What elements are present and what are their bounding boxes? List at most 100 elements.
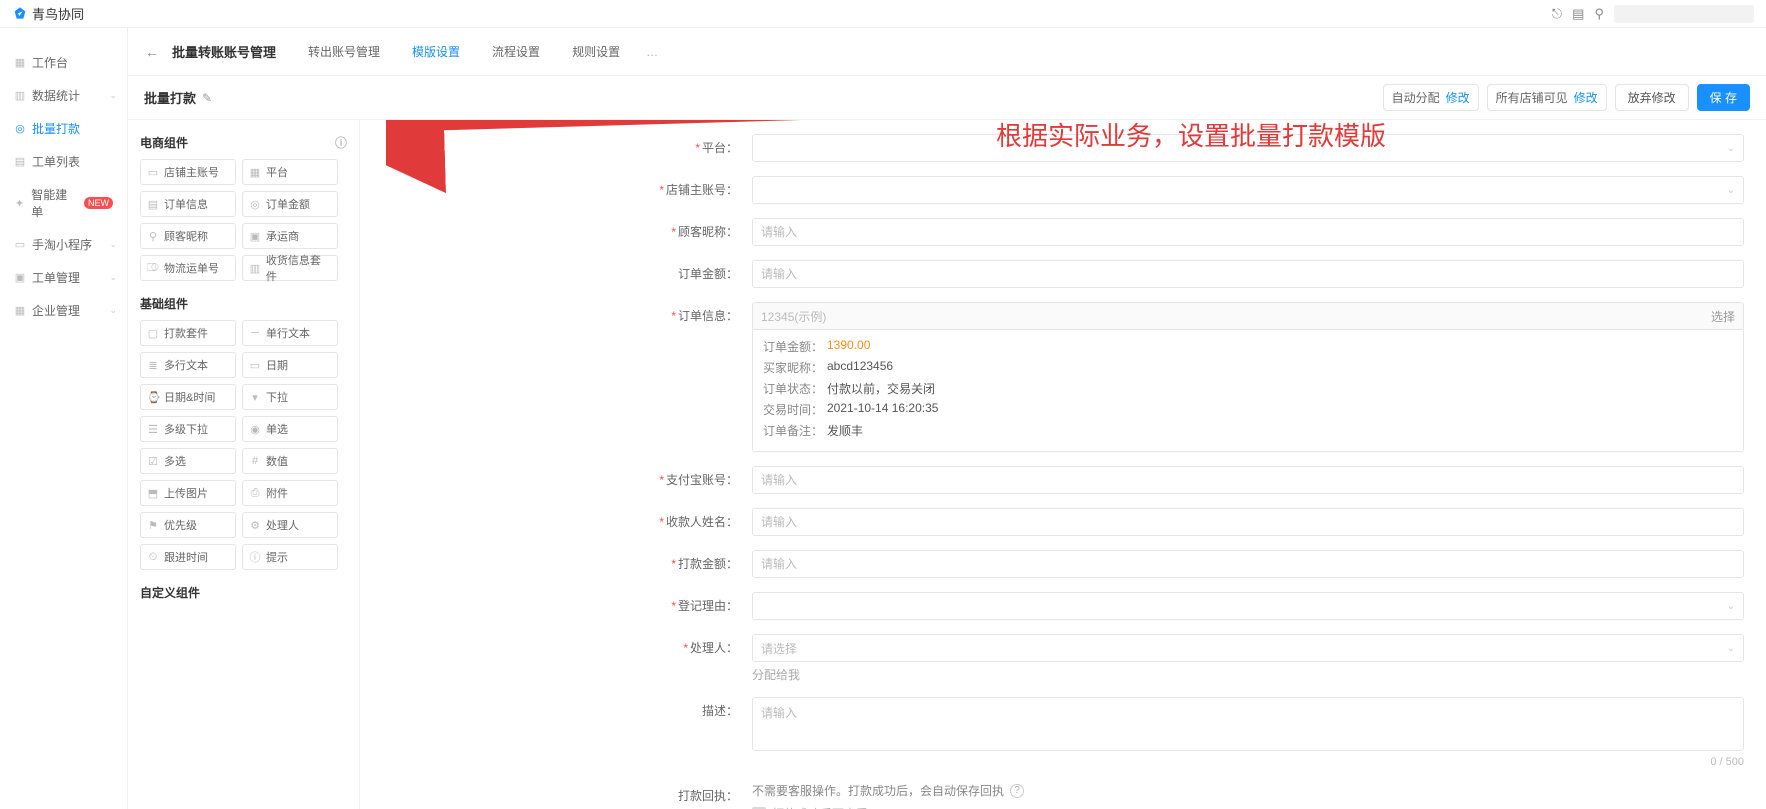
od-val-buyer: abcd123456 — [827, 359, 893, 376]
palette-item-label: 订单金额 — [266, 196, 310, 212]
handler-placeholder: 请选择 — [761, 640, 797, 657]
palette-item[interactable]: ⎙附件 — [242, 480, 338, 506]
reason-select[interactable]: ⌄ — [752, 592, 1744, 620]
note-icon[interactable]: ▤ — [1572, 6, 1584, 22]
visibility-edit[interactable]: 修改 — [1574, 89, 1598, 106]
tab-process[interactable]: 流程设置 — [480, 43, 552, 60]
palette-item[interactable]: ☰多级下拉 — [140, 416, 236, 442]
sidebar-item-ticket-mgmt[interactable]: ▣工单管理⌄ — [0, 261, 127, 294]
palette-item[interactable]: ◎订单金额 — [242, 191, 338, 217]
info-icon[interactable]: ⓘ — [335, 134, 347, 151]
component-icon: ▥ — [249, 262, 261, 275]
save-button[interactable]: 保 存 — [1697, 84, 1750, 111]
palette-item[interactable]: ─单行文本 — [242, 320, 338, 346]
palette-item[interactable]: ▢打款套件 — [140, 320, 236, 346]
nickname-input[interactable] — [752, 218, 1744, 246]
help-icon[interactable]: ? — [1010, 784, 1024, 798]
palette-item-label: 订单信息 — [164, 196, 208, 212]
back-icon[interactable]: ← — [140, 44, 164, 60]
palette-item-label: 日期 — [266, 357, 288, 373]
component-icon: # — [249, 455, 261, 467]
chevron-down-icon: ⌄ — [109, 272, 117, 283]
payee-input[interactable] — [752, 508, 1744, 536]
user-icon[interactable]: ⚲ — [1594, 6, 1604, 22]
auto-assign-edit[interactable]: 修改 — [1446, 89, 1470, 106]
sidebar-item-enterprise[interactable]: ▦企业管理⌄ — [0, 294, 127, 327]
palette-item[interactable]: ⌚日期&时间 — [140, 384, 236, 410]
tab-rule[interactable]: 规则设置 — [560, 43, 632, 60]
auto-assign-pill: 自动分配 修改 — [1383, 84, 1479, 111]
palette-item[interactable]: ⚙处理人 — [242, 512, 338, 538]
edit-title-icon[interactable]: ✎ — [202, 91, 212, 105]
platform-select[interactable]: ⌄ — [752, 134, 1744, 162]
palette-item-label: 承运商 — [266, 228, 299, 244]
palette-item[interactable]: ≣多行文本 — [140, 352, 236, 378]
order-amount-input[interactable] — [752, 260, 1744, 288]
chevron-down-icon: ⌄ — [109, 90, 117, 101]
sidebar-item-miniapp[interactable]: ▭手淘小程序⌄ — [0, 228, 127, 261]
grid-icon: ▦ — [14, 57, 26, 69]
palette-item[interactable]: ▥收货信息套件 — [242, 255, 338, 281]
chevron-down-icon: ⌄ — [1727, 643, 1735, 654]
palette-item[interactable]: ▭日期 — [242, 352, 338, 378]
palette-item[interactable]: ⏲ 跟进时间 — [140, 544, 236, 570]
sidebar-item-smart-ticket[interactable]: ✦智能建单NEW — [0, 178, 127, 228]
chevron-down-icon: ⌄ — [1727, 185, 1735, 196]
component-palette: 电商组件ⓘ ▭店铺主账号▦平台▤订单信息◎订单金额⚲顾客昵称▣承运商⎄物流运单号… — [128, 120, 360, 809]
palette-item-label: 多选 — [164, 453, 186, 469]
handler-select[interactable]: 请选择 ⌄ — [752, 634, 1744, 662]
palette-item-label: 顾客昵称 — [164, 228, 208, 244]
od-key-time: 交易时间： — [763, 401, 827, 418]
component-icon: ▣ — [249, 230, 261, 243]
discard-button[interactable]: 放弃修改 — [1615, 84, 1689, 111]
tab-more[interactable]: … — [640, 45, 664, 59]
alipay-input[interactable] — [752, 466, 1744, 494]
label-desc: 描述： — [702, 704, 738, 718]
palette-item[interactable]: ◉单选 — [242, 416, 338, 442]
tab-template[interactable]: 模版设置 — [400, 43, 472, 60]
tool-title: 批量打款 — [144, 88, 196, 107]
desc-textarea[interactable] — [752, 697, 1744, 751]
palette-item[interactable]: ▤订单信息 — [140, 191, 236, 217]
building-icon: ▦ — [14, 305, 26, 317]
label-receipt: 打款回执： — [678, 789, 738, 803]
palette-item[interactable]: ⚑ 优先级 — [140, 512, 236, 538]
form-canvas: 根据实际业务，设置批量打款模版 *平台：⌄ *店铺主账号：⌄ *顾客昵称： 订单… — [360, 120, 1766, 809]
palette-item-label: 多行文本 — [164, 357, 208, 373]
order-info-select[interactable]: 选择 — [1711, 308, 1735, 325]
desc-counter: 0 / 500 — [752, 756, 1744, 768]
palette-item[interactable]: ⬒上传图片 — [140, 480, 236, 506]
shop-account-select[interactable]: ⌄ — [752, 176, 1744, 204]
sidebar-item-stats[interactable]: ▥数据统计⌄ — [0, 79, 127, 112]
palette-item[interactable]: ⎄物流运单号 — [140, 255, 236, 281]
user-menu[interactable] — [1614, 5, 1754, 23]
palette-item-label: 提示 — [266, 549, 288, 565]
tab-transfer-account[interactable]: 转出账号管理 — [296, 43, 392, 60]
palette-item-label: 优先级 — [164, 517, 197, 533]
palette-item[interactable]: ☑多选 — [140, 448, 236, 474]
sidebar-item-batch-pay[interactable]: ◎批量打款 — [0, 112, 127, 145]
phone-icon: ▭ — [14, 239, 26, 251]
palette-item-label: 附件 — [266, 485, 288, 501]
magic-icon: ✦ — [14, 197, 25, 209]
palette-item-label: 上传图片 — [164, 485, 208, 501]
component-icon: ⚑ — [147, 519, 159, 532]
label-reason: 登记理由： — [678, 599, 738, 613]
component-icon: ⏲ — [147, 551, 159, 564]
palette-item[interactable]: ⚲顾客昵称 — [140, 223, 236, 249]
palette-item[interactable]: ▦平台 — [242, 159, 338, 185]
palette-item[interactable]: #数值 — [242, 448, 338, 474]
sidebar-item-tickets[interactable]: ▤工单列表 — [0, 145, 127, 178]
headset-icon[interactable]: ⎋ — [1552, 6, 1562, 22]
handler-helper[interactable]: 分配给我 — [752, 666, 1744, 683]
pay-amount-input[interactable] — [752, 550, 1744, 578]
od-val-time: 2021-10-14 16:20:35 — [827, 401, 938, 418]
chevron-down-icon: ⌄ — [1727, 143, 1735, 154]
sidebar-label: 工作台 — [32, 54, 68, 71]
palette-item[interactable]: ⓘ提示 — [242, 544, 338, 570]
sidebar-item-workbench[interactable]: ▦ 工作台 — [0, 46, 127, 79]
palette-item[interactable]: ▭店铺主账号 — [140, 159, 236, 185]
palette-item[interactable]: ▣ 承运商 — [242, 223, 338, 249]
palette-item[interactable]: ▾下拉 — [242, 384, 338, 410]
palette-item-label: 跟进时间 — [164, 549, 208, 565]
